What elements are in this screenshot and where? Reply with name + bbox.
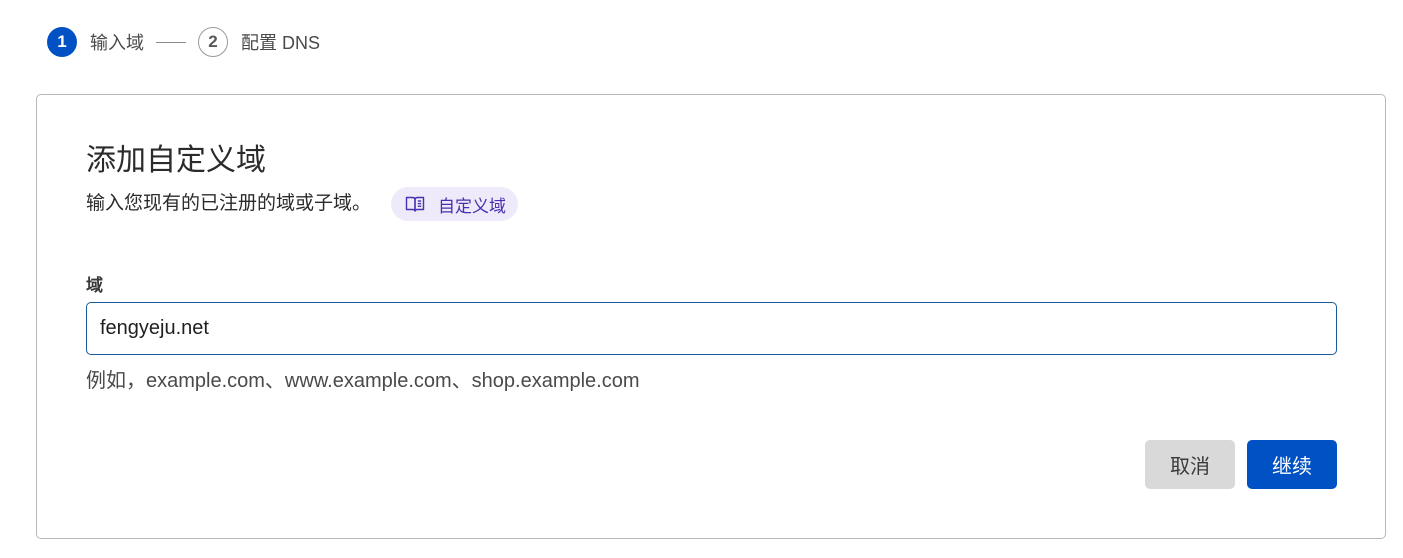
step-2-indicator: 2 bbox=[198, 27, 228, 57]
card-subtitle-row: 输入您现有的已注册的域或子域。 自定义域 bbox=[86, 187, 519, 221]
card-subtitle: 输入您现有的已注册的域或子域。 bbox=[86, 193, 372, 214]
domain-field-hint: 例如，example.com、www.example.com、shop.exam… bbox=[86, 370, 640, 392]
cancel-button[interactable]: 取消 bbox=[1145, 440, 1235, 489]
step-2-number: 2 bbox=[208, 32, 218, 51]
step-1-indicator: 1 bbox=[47, 27, 77, 57]
stepper: 1 输入域 2 配置 DNS bbox=[47, 26, 320, 58]
domain-field-label: 域 bbox=[86, 276, 103, 295]
domain-input[interactable] bbox=[86, 302, 1337, 355]
step-1-label: 输入域 bbox=[90, 33, 144, 53]
add-custom-domain-card: 添加自定义域 输入您现有的已注册的域或子域。 自定义域 域 例如，example… bbox=[36, 94, 1386, 539]
step-1-number: 1 bbox=[57, 32, 67, 51]
card-title: 添加自定义域 bbox=[86, 144, 266, 177]
continue-button[interactable]: 继续 bbox=[1247, 440, 1337, 489]
book-open-icon bbox=[405, 194, 425, 214]
docs-link-label: 自定义域 bbox=[438, 196, 507, 216]
step-2-label: 配置 DNS bbox=[241, 33, 321, 53]
custom-domain-docs-link[interactable]: 自定义域 bbox=[391, 187, 519, 221]
step-connector bbox=[156, 41, 186, 43]
